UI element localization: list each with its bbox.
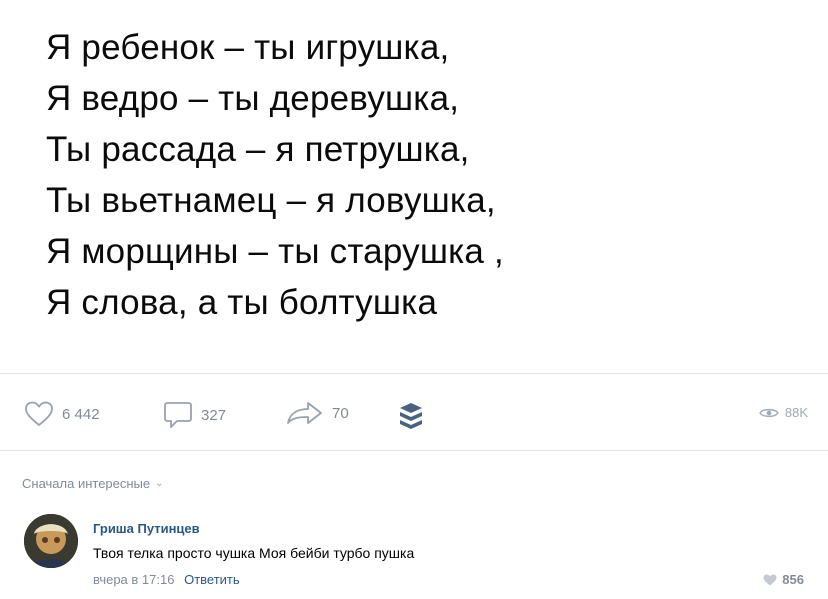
comment-time[interactable]: вчера в 17:16 [93,572,174,587]
comment-text: Твоя телка просто чушка Моя бейби турбо … [93,545,415,561]
likes-count: 6 442 [62,405,100,423]
layers-icon [400,403,422,429]
post-text: Я ребенок – ты игрушка, Я ведро – ты дер… [46,22,504,328]
views-count: 88K [784,405,808,420]
heart-icon [763,574,777,585]
post-text-line: Я ребенок – ты игрушка, [46,28,450,67]
reply-button[interactable]: Ответить [184,572,240,587]
views-counter: 88K [759,405,808,420]
sort-label: Сначала интересные [22,476,151,491]
post-text-line: Ты рассада – я петрушка, [46,130,470,169]
post-text-line: Я слова, а ты болтушка [46,283,438,322]
post-divider [0,373,828,374]
comments-divider [0,450,828,451]
share-arrow-icon [287,402,322,424]
avatar[interactable] [24,514,78,568]
post-text-line: Ты вьетнамец – я ловушка, [46,181,496,220]
save-button[interactable] [398,401,424,431]
comment-meta: вчера в 17:16 Ответить [93,572,240,587]
comment-likes-count: 856 [782,572,804,587]
comments-count: 327 [201,406,227,424]
post-text-line: Я морщины – ты старушка , [46,232,504,271]
comment-button[interactable]: 327 [163,401,226,429]
chevron-down-icon: ⌄ [155,478,164,489]
comments-sort-dropdown[interactable]: Сначала интересные ⌄ [22,476,164,491]
avatar-image [24,514,78,568]
share-button[interactable]: 70 [286,401,349,425]
heart-icon [25,401,53,426]
post-text-line: Я ведро – ты деревушка, [46,79,460,118]
shares-count: 70 [332,404,349,422]
eye-icon [759,408,779,417]
comment-like-button[interactable]: 856 [763,572,804,587]
comment-author-link[interactable]: Гриша Путинцев [93,521,200,536]
like-button[interactable]: 6 442 [24,401,100,427]
comment-icon [164,402,192,428]
post-actions-bar: 6 442 327 70 88K [0,393,828,433]
